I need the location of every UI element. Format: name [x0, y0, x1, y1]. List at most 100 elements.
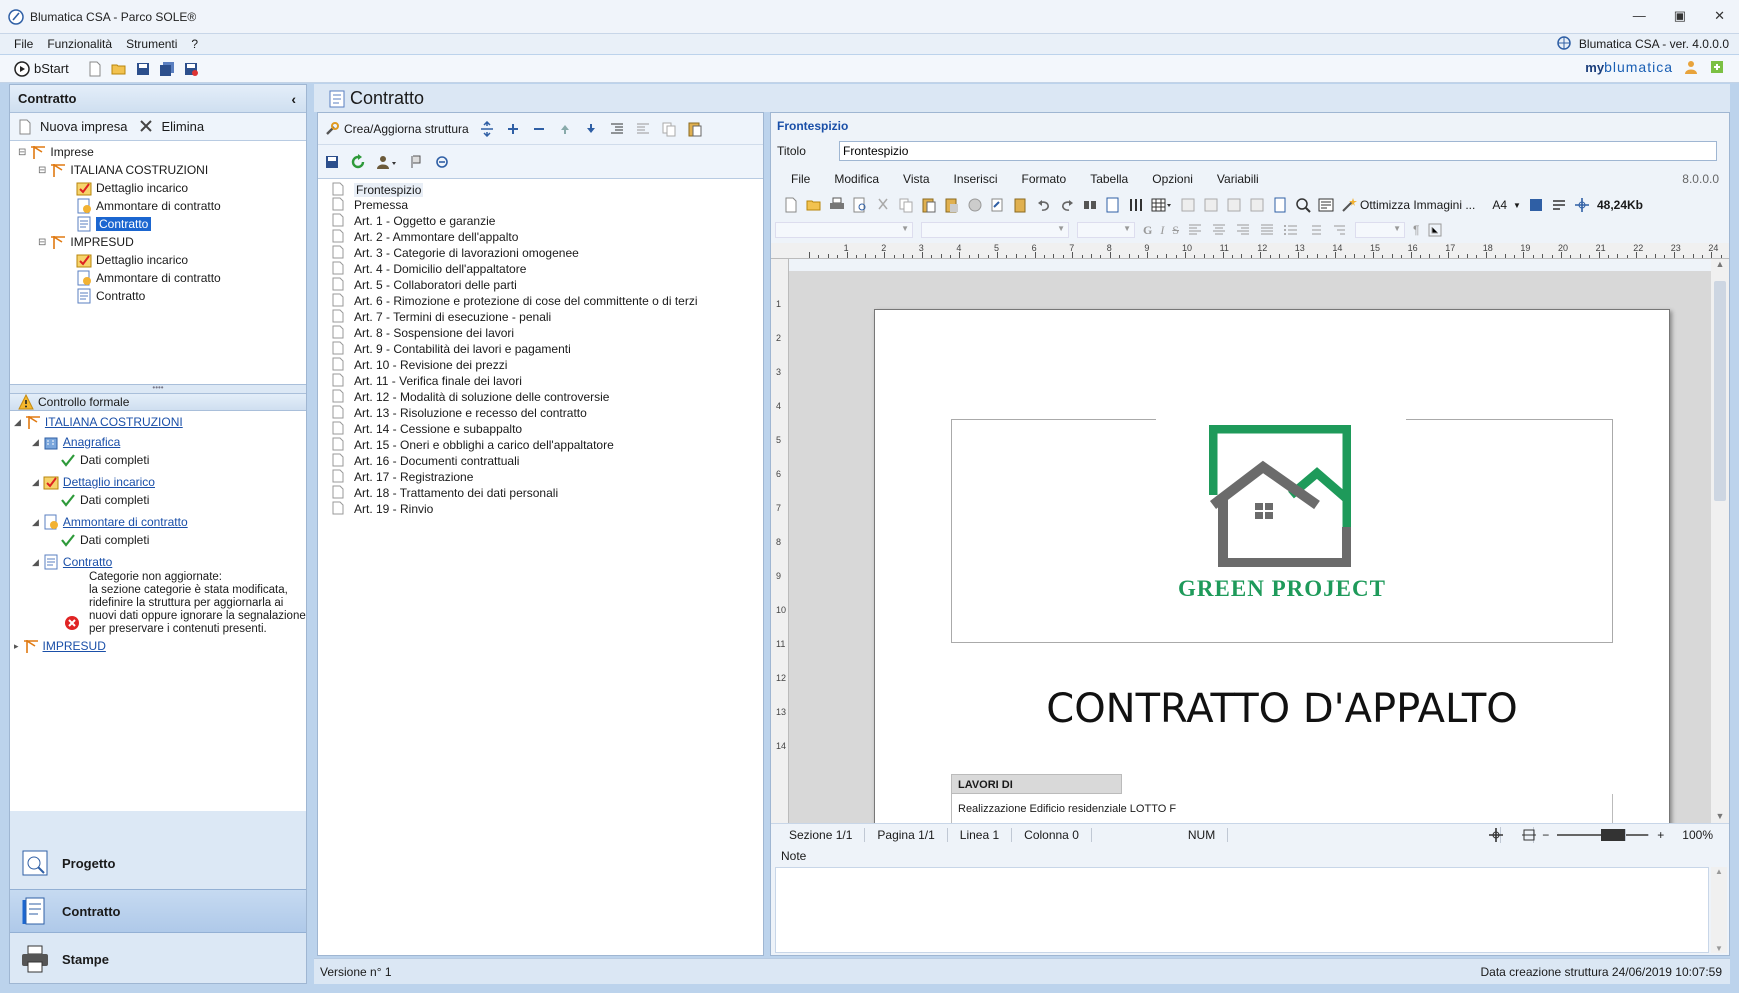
editor-menu-formato[interactable]: Formato [1022, 172, 1067, 186]
article-item[interactable]: Art. 6 - Rimozione e protezione di cose … [332, 293, 698, 309]
outdent-icon[interactable] [635, 121, 651, 137]
check-dettaglio[interactable]: ◢ Dettaglio incarico [32, 473, 155, 491]
bold-icon[interactable]: G [1143, 223, 1152, 238]
font-select[interactable]: ▼ [921, 222, 1069, 238]
fit-width-icon[interactable] [1509, 826, 1537, 843]
table-split-icon[interactable] [1249, 197, 1265, 213]
erase-icon[interactable] [967, 197, 983, 213]
menu-funzionalita[interactable]: Funzionalità [47, 37, 112, 51]
paper-size-select[interactable]: A4 ▼ [1492, 198, 1521, 212]
editor-menu-file[interactable]: File [791, 172, 810, 186]
format-painter-icon[interactable] [990, 197, 1006, 213]
article-item[interactable]: Art. 10 - Revisione dei prezzi [332, 357, 507, 373]
new-company-button[interactable]: Nuova impresa [40, 119, 127, 134]
zoom-out-button[interactable]: − [1542, 828, 1549, 842]
bullets-icon[interactable] [1283, 222, 1299, 238]
tree-c2-dettaglio[interactable]: Dettaglio incarico [76, 251, 188, 269]
tree-c1-dettaglio[interactable]: Dettaglio incarico [76, 179, 188, 197]
create-structure-button[interactable]: Crea/Aggiorna struttura [324, 121, 469, 137]
editor-menu-variabili[interactable]: Variabili [1217, 172, 1259, 186]
cut-icon[interactable] [875, 197, 891, 213]
article-item[interactable]: Art. 4 - Domicilio dell'appaltatore [332, 261, 526, 277]
save-all-icon[interactable] [159, 61, 175, 77]
properties-icon[interactable] [1318, 197, 1334, 213]
editor-menu-modifica[interactable]: Modifica [834, 172, 879, 186]
save-icon[interactable] [135, 61, 151, 77]
tree-company-1[interactable]: ⊟ ITALIANA COSTRUZIONI [38, 161, 208, 179]
menu-help[interactable]: ? [191, 37, 198, 51]
new-doc-icon[interactable] [783, 197, 799, 213]
article-item[interactable]: Art. 9 - Contabilità dei lavori e pagame… [332, 341, 571, 357]
tree-c2-ammontare[interactable]: Ammontare di contratto [76, 269, 221, 287]
numbering-icon[interactable] [1307, 222, 1323, 238]
wrap-icon[interactable] [1551, 197, 1567, 213]
refresh-icon[interactable] [350, 153, 366, 170]
print-preview-icon[interactable] [852, 197, 868, 213]
style-select[interactable]: ▼ [775, 222, 913, 238]
minimize-icon[interactable]: — [1633, 8, 1646, 24]
justify-icon[interactable] [1259, 222, 1275, 238]
zoom-slider[interactable] [1557, 828, 1650, 841]
menu-file[interactable]: File [14, 37, 33, 51]
expand-icon[interactable] [479, 120, 495, 137]
article-item[interactable]: Art. 14 - Cessione e subappalto [332, 421, 522, 437]
article-item[interactable]: Art. 16 - Documenti contrattuali [332, 453, 519, 469]
vertical-scrollbar[interactable]: ▲ ▼ [1711, 259, 1729, 823]
font-size-select[interactable]: ▼ [1077, 222, 1135, 238]
export-icon[interactable] [1709, 59, 1725, 75]
tree-c1-contratto[interactable]: Contratto [76, 215, 152, 233]
check-ammontare[interactable]: ◢ Ammontare di contratto [32, 513, 188, 531]
spacing-select[interactable]: ▼ [1355, 222, 1406, 238]
article-item[interactable]: Art. 11 - Verifica finale dei lavori [332, 373, 522, 389]
check-company-2[interactable]: ▸ IMPRESUD [14, 637, 106, 655]
italic-icon[interactable]: I [1160, 223, 1164, 238]
save-as-icon[interactable] [183, 61, 199, 77]
article-item[interactable]: Art. 17 - Registrazione [332, 469, 473, 485]
user-icon[interactable] [1683, 59, 1699, 75]
view-page-icon[interactable] [1528, 197, 1544, 213]
table-merge-icon[interactable] [1226, 197, 1242, 213]
new-file-icon[interactable] [87, 61, 103, 77]
article-item[interactable]: Art. 1 - Oggetto e garanzie [332, 213, 495, 229]
copy-icon[interactable] [898, 197, 914, 213]
tab-stop-icon[interactable] [1427, 222, 1443, 238]
plus-icon[interactable] [505, 121, 521, 137]
copy-icon[interactable] [661, 121, 677, 137]
article-item[interactable]: Art. 7 - Termini di esecuzione - penali [332, 309, 551, 325]
article-item[interactable]: Art. 2 - Ammontare dell'appalto [332, 229, 518, 245]
align-left-icon[interactable] [1187, 222, 1203, 238]
table-delete-icon[interactable] [1203, 197, 1219, 213]
paste-icon[interactable] [921, 197, 937, 213]
nav-progetto[interactable]: Progetto [10, 841, 306, 885]
paste-special-icon[interactable] [944, 197, 960, 213]
article-item[interactable]: Art. 13 - Risoluzione e recesso del cont… [332, 405, 587, 421]
menu-strumenti[interactable]: Strumenti [126, 37, 177, 51]
multilevel-icon[interactable] [1331, 222, 1347, 238]
fit-page-icon[interactable] [1476, 826, 1504, 843]
print-icon[interactable] [829, 197, 845, 213]
delete-button[interactable]: Elimina [161, 119, 204, 134]
table-icon[interactable] [1151, 197, 1173, 213]
strike-icon[interactable]: S [1172, 223, 1179, 238]
article-item[interactable]: Art. 3 - Categorie di lavorazioni omogen… [332, 245, 579, 261]
collapse-icon[interactable]: ‹ [291, 91, 296, 107]
splitter[interactable]: •••• [10, 384, 306, 393]
align-center-icon[interactable] [1211, 222, 1227, 238]
paste-icon[interactable] [687, 121, 703, 137]
editor-menu-vista[interactable]: Vista [903, 172, 929, 186]
article-item[interactable]: Frontespizio [332, 182, 424, 198]
indent-icon[interactable] [609, 121, 625, 137]
check-anagrafica[interactable]: ◢ Anagrafica [32, 433, 120, 451]
editor-menu-opzioni[interactable]: Opzioni [1152, 172, 1193, 186]
close-icon[interactable]: ✕ [1714, 8, 1725, 24]
optimize-images-button[interactable]: Ottimizza Immagini ... [1341, 197, 1475, 213]
check-contratto[interactable]: ◢ Contratto [32, 553, 112, 571]
link-icon[interactable] [434, 154, 450, 170]
check-company-1[interactable]: ◢ ITALIANA COSTRUZIONI [14, 413, 183, 431]
move-icon[interactable] [1574, 197, 1590, 213]
clipboard-icon[interactable] [1013, 197, 1029, 213]
article-item[interactable]: Art. 5 - Collaboratori delle parti [332, 277, 517, 293]
redo-icon[interactable] [1059, 197, 1075, 213]
save-icon[interactable] [324, 154, 340, 170]
article-item[interactable]: Art. 15 - Oneri e obblighi a carico dell… [332, 437, 614, 453]
